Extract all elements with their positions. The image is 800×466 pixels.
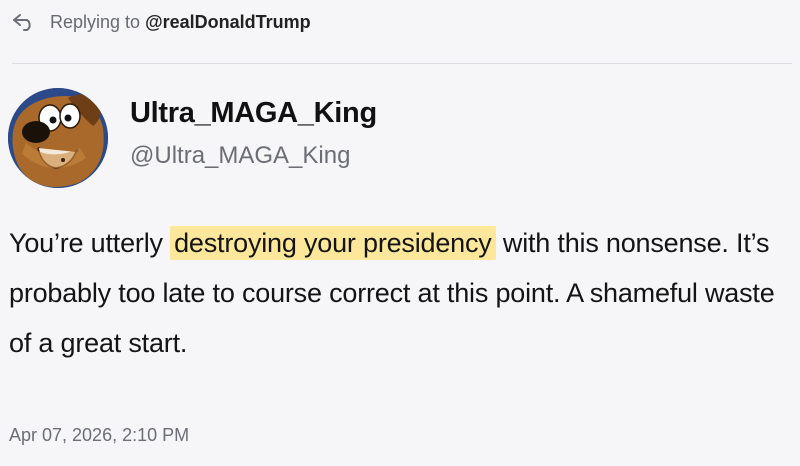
cartoon-dog-avatar-icon — [8, 88, 108, 188]
highlighted-phrase: destroying your presidency — [170, 226, 496, 260]
author-info: Ultra_MAGA_King @Ultra_MAGA_King — [130, 97, 377, 170]
author-display-name[interactable]: Ultra_MAGA_King — [130, 97, 377, 130]
author-handle[interactable]: @Ultra_MAGA_King — [130, 142, 377, 170]
replying-to-handle-link[interactable]: @realDonaldTrump — [145, 12, 311, 33]
post-text: You’re utterly destroying your presidenc… — [9, 218, 794, 368]
author-header: Ultra_MAGA_King @Ultra_MAGA_King — [8, 88, 377, 188]
divider — [12, 63, 792, 64]
reply-arrow-icon — [12, 12, 38, 32]
post-timestamp[interactable]: Apr 07, 2026, 2:10 PM — [9, 425, 189, 446]
replying-to-bar: Replying to @realDonaldTrump — [12, 8, 311, 36]
avatar[interactable] — [8, 88, 108, 188]
replying-to-label: Replying to — [50, 11, 141, 32]
post-text-before: You’re utterly — [9, 228, 163, 258]
